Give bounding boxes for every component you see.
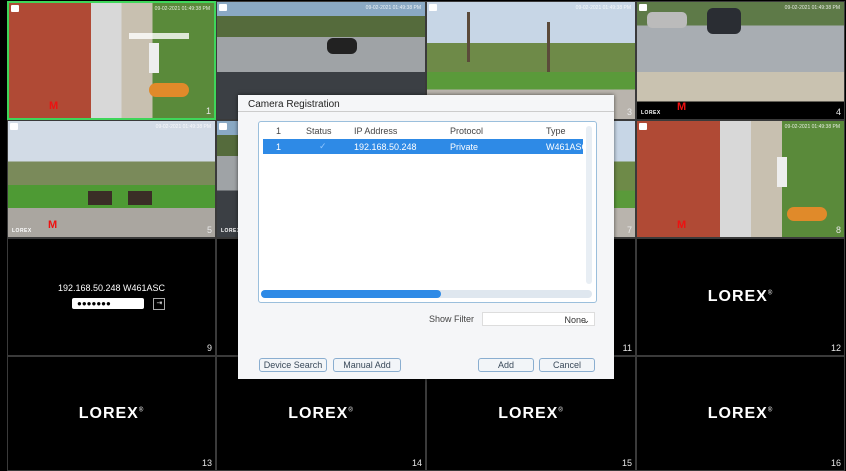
camera-icon bbox=[219, 123, 227, 130]
password-row: ●●●●●●● ⇥ bbox=[72, 295, 166, 313]
camera-tile-9[interactable]: 192.168.50.248 W461ASC ●●●●●●● ⇥ 9 bbox=[7, 238, 216, 356]
dialog-title: Camera Registration bbox=[248, 99, 340, 110]
brand-watermark: LOREX bbox=[641, 110, 661, 116]
channel-number: 15 bbox=[621, 458, 632, 468]
channel-number: 4 bbox=[835, 107, 841, 117]
channel-number: 16 bbox=[830, 458, 841, 468]
device-table: 1 Status IP Address Protocol Type 1 ✓ 19… bbox=[258, 121, 597, 303]
motion-indicator: M bbox=[677, 101, 687, 113]
device-search-button[interactable]: Device Search bbox=[259, 358, 327, 372]
channel-number: 5 bbox=[206, 225, 212, 235]
lorex-logo: LOREX® bbox=[707, 404, 774, 422]
column-header-status[interactable]: Status bbox=[306, 126, 332, 136]
column-header-index[interactable]: 1 bbox=[276, 126, 281, 136]
show-filter-label: Show Filter bbox=[429, 314, 475, 324]
filter-value: None bbox=[564, 315, 586, 325]
channel-number: 3 bbox=[626, 107, 632, 117]
timestamp: 09-02-2021 01:49:38 PM bbox=[575, 5, 631, 11]
camera-address-label: 192.168.50.248 W461ASC bbox=[57, 283, 166, 293]
add-button[interactable]: Add bbox=[478, 358, 534, 372]
brand-watermark: LOREX bbox=[12, 228, 32, 234]
column-header-type[interactable]: Type bbox=[546, 126, 566, 136]
channel-number: 11 bbox=[622, 343, 632, 353]
horizontal-scrollbar[interactable] bbox=[261, 290, 592, 298]
camera-registration-dialog: Camera Registration 1 Status IP Address … bbox=[238, 95, 614, 379]
show-filter-select[interactable]: None ⌄ bbox=[482, 312, 595, 326]
camera-tile-12[interactable]: LOREX® 12 bbox=[636, 238, 845, 356]
cancel-button[interactable]: Cancel bbox=[539, 358, 595, 372]
channel-number: 9 bbox=[206, 343, 212, 353]
motion-indicator: M bbox=[677, 219, 687, 231]
camera-icon bbox=[639, 4, 647, 11]
timestamp: 09-02-2021 01:49:38 PM bbox=[784, 5, 840, 11]
camera-icon bbox=[11, 5, 19, 12]
channel-number: 7 bbox=[626, 225, 632, 235]
divider bbox=[238, 111, 614, 112]
scrollbar-thumb[interactable] bbox=[261, 290, 441, 298]
motion-indicator: M bbox=[49, 100, 59, 112]
camera-tile-1[interactable]: 09-02-2021 01:49:38 PM M 1 bbox=[7, 1, 216, 120]
timestamp: 09-02-2021 01:49:38 PM bbox=[154, 6, 210, 12]
channel-number: 12 bbox=[830, 343, 841, 353]
camera-icon bbox=[10, 123, 18, 130]
row-index: 1 bbox=[276, 142, 282, 152]
motion-indicator: M bbox=[48, 219, 58, 231]
row-protocol: Private bbox=[450, 142, 479, 152]
lorex-logo: LOREX® bbox=[78, 404, 145, 422]
lorex-logo: LOREX® bbox=[498, 404, 564, 422]
timestamp: 09-02-2021 01:49:38 PM bbox=[155, 124, 211, 130]
status-check-icon: ✓ bbox=[319, 141, 327, 151]
column-header-protocol[interactable]: Protocol bbox=[450, 126, 483, 136]
camera-tile-13[interactable]: LOREX® 13 bbox=[7, 356, 216, 471]
login-icon[interactable]: ⇥ bbox=[153, 297, 166, 310]
channel-number: 1 bbox=[205, 106, 211, 116]
timestamp: 09-02-2021 01:49:38 PM bbox=[784, 124, 840, 130]
channel-number: 13 bbox=[201, 458, 212, 468]
lorex-logo: LOREX® bbox=[288, 404, 354, 422]
camera-tile-16[interactable]: LOREX® 16 bbox=[636, 356, 845, 471]
camera-icon bbox=[639, 123, 647, 130]
camera-tile-8[interactable]: 09-02-2021 01:49:38 PM M 8 bbox=[636, 120, 845, 238]
camera-tile-4[interactable]: 09-02-2021 01:49:38 PM LOREX M 4 bbox=[636, 1, 845, 120]
manual-add-button[interactable]: Manual Add bbox=[333, 358, 401, 372]
column-header-ip[interactable]: IP Address bbox=[354, 126, 397, 136]
channel-number: 8 bbox=[835, 225, 841, 235]
lorex-logo: LOREX® bbox=[707, 288, 774, 305]
camera-icon bbox=[429, 4, 437, 11]
channel-number: 14 bbox=[411, 458, 422, 468]
password-field[interactable]: ●●●●●●● bbox=[72, 298, 144, 310]
table-row[interactable]: 1 ✓ 192.168.50.248 Private W461ASC bbox=[263, 139, 588, 154]
camera-icon bbox=[219, 4, 227, 11]
row-ip: 192.168.50.248 bbox=[354, 142, 417, 152]
vertical-scrollbar[interactable] bbox=[586, 126, 592, 284]
camera-tile-5[interactable]: 09-02-2021 01:49:38 PM LOREX M 5 bbox=[7, 120, 216, 238]
row-type: W461ASC bbox=[546, 142, 589, 152]
timestamp: 09-02-2021 01:49:38 PM bbox=[365, 5, 421, 11]
